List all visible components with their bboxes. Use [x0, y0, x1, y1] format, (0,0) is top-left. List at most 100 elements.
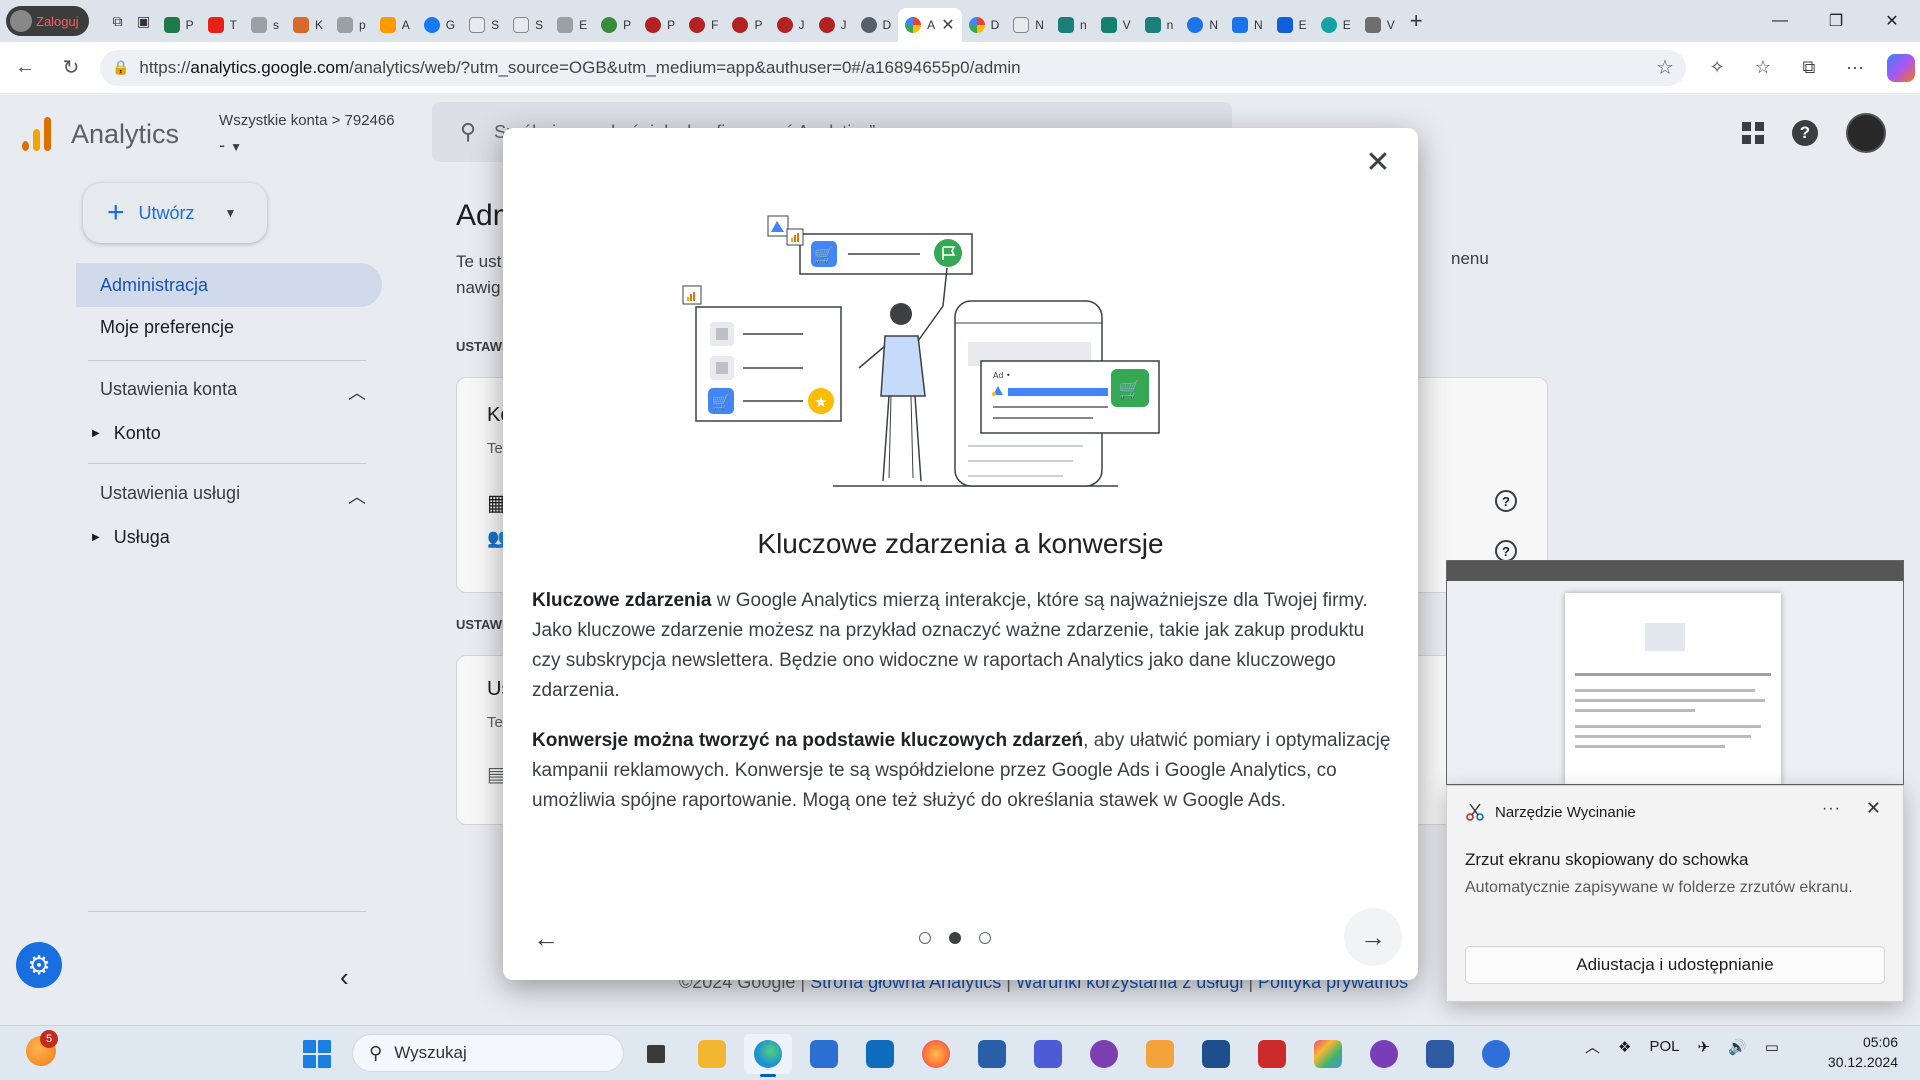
lock-icon[interactable]: 🔒 [112, 59, 129, 76]
minimize-icon[interactable]: — [1752, 0, 1808, 42]
more-options-icon[interactable]: ··· [1822, 800, 1841, 818]
tor-icon [1370, 1040, 1398, 1068]
taskbar-app-outlook[interactable] [856, 1034, 904, 1074]
task-view-icon [647, 1045, 665, 1063]
photos-icon [978, 1040, 1006, 1068]
taskbar-app-edge[interactable] [744, 1034, 792, 1077]
taskbar-app-diamond[interactable] [1304, 1034, 1352, 1074]
browser-tab[interactable]: V [1358, 8, 1402, 42]
favorite-star-icon[interactable]: ☆ [1656, 55, 1674, 80]
chevron-up-icon[interactable]: ︿ [1585, 1036, 1600, 1057]
browser-tab[interactable]: J [812, 8, 854, 42]
workspaces-icon[interactable]: ⧉ [105, 6, 131, 36]
browser-tab[interactable]: K [286, 8, 330, 42]
taskbar-app-save[interactable] [1024, 1034, 1072, 1074]
refresh-icon[interactable]: ↻ [50, 47, 92, 89]
terminal-icon [1258, 1040, 1286, 1068]
edit-share-button[interactable]: Adiustacja i udostępnianie [1465, 946, 1885, 984]
browser-tab[interactable]: P [638, 8, 682, 42]
taskbar-app-player[interactable] [1136, 1034, 1184, 1074]
volume-icon[interactable]: 🔊 [1728, 1038, 1747, 1056]
browser-tab[interactable]: G [417, 8, 462, 42]
browser-tab[interactable]: P [157, 8, 201, 42]
floppy-icon [1034, 1040, 1062, 1068]
close-icon[interactable]: ✕ [1358, 142, 1398, 182]
next-arrow-icon[interactable]: → [1344, 908, 1402, 966]
page-dot[interactable] [979, 932, 991, 944]
svg-text:🛒: 🛒 [1119, 378, 1141, 400]
browser-tab[interactable]: D [854, 8, 899, 42]
taskbar-app-virtualbox[interactable] [1192, 1034, 1240, 1074]
copilot-button[interactable] [1882, 49, 1920, 87]
more-menu-icon[interactable]: ··· [1836, 49, 1874, 87]
browser-toolbar: ✧ ☆ ⧉ ··· [1698, 49, 1920, 87]
taskbar-app-terminal[interactable] [1248, 1034, 1296, 1074]
collections-icon[interactable]: ⧉ [1790, 49, 1828, 87]
google-icon [905, 17, 922, 33]
maximize-icon[interactable]: ❐ [1808, 0, 1864, 42]
diamond-icon [1314, 1040, 1342, 1068]
browser-tab[interactable]: p [330, 8, 373, 42]
favorites-icon[interactable]: ☆ [1744, 49, 1782, 87]
browser-tab[interactable]: T [201, 8, 244, 42]
url-path: /analytics/web/?utm_source=OGB&utm_mediu… [349, 57, 1021, 77]
taskbar-app-task-view[interactable] [632, 1034, 680, 1074]
dropbox-icon[interactable]: ❖ [1618, 1038, 1631, 1056]
ad-label: Ad • [993, 371, 1011, 380]
browser-tab[interactable]: A [373, 8, 417, 42]
notification-badge: 5 [40, 1030, 58, 1048]
browser-tab[interactable]: N [1006, 8, 1051, 42]
close-tab-icon[interactable]: ✕ [941, 15, 954, 35]
previous-arrow-icon[interactable]: ← [523, 915, 569, 961]
page-dot[interactable] [919, 932, 931, 944]
browser-tab[interactable]: s [244, 8, 286, 42]
battery-icon[interactable]: ▭ [1765, 1038, 1779, 1056]
taskbar-search[interactable]: ⚲ Wyszukaj [352, 1034, 624, 1072]
windows-taskbar: 5 ⚲ Wyszukaj ︿ ❖ POL ✈ 🔊 ▭ 05:06 30.12.2… [0, 1025, 1920, 1080]
close-window-icon[interactable]: ✕ [1864, 0, 1920, 42]
taskbar-app-blue[interactable] [1472, 1034, 1520, 1074]
profile-button[interactable]: Zaloguj [6, 6, 89, 36]
browser-tab[interactable]: S [462, 8, 506, 42]
page-dot-active[interactable] [949, 932, 961, 944]
browser-tab[interactable]: J [770, 8, 812, 42]
network-icon [1426, 1040, 1454, 1068]
taskbar-app-photos[interactable] [968, 1034, 1016, 1074]
clock[interactable]: 05:06 30.12.2024 [1828, 1032, 1898, 1072]
svg-text:🛒: 🛒 [814, 245, 834, 264]
url-field[interactable]: 🔒 https://analytics.google.com/analytics… [99, 49, 1686, 86]
browser-tab[interactable]: E [1314, 8, 1358, 42]
new-tab-button[interactable]: + [1410, 8, 1423, 34]
screenshot-thumbnail[interactable] [1446, 560, 1904, 785]
extensions-icon[interactable]: ✧ [1698, 49, 1736, 87]
taskbar-app-network[interactable] [1416, 1034, 1464, 1074]
browser-tab[interactable]: E [550, 8, 594, 42]
browser-tab[interactable]: S [506, 8, 550, 42]
browser-tab[interactable]: n [1051, 8, 1094, 42]
browser-tab[interactable]: N [1180, 8, 1225, 42]
vertical-tabs-icon[interactable]: ▣ [131, 6, 157, 36]
browser-tab[interactable]: n [1138, 8, 1181, 42]
browser-tab[interactable]: P [725, 8, 769, 42]
close-icon[interactable]: ✕ [1866, 798, 1881, 819]
dialog-paragraph: Konwersje można tworzyć na podstawie klu… [532, 730, 1391, 811]
taskbar-app-github[interactable] [1080, 1034, 1128, 1074]
browser-tab[interactable]: V [1094, 8, 1138, 42]
store-icon [810, 1040, 838, 1068]
taskbar-app-firefox[interactable] [912, 1034, 960, 1074]
taskbar-app-file-explorer[interactable] [688, 1034, 736, 1074]
taskbar-app-tor[interactable] [1360, 1034, 1408, 1074]
browser-tab[interactable]: N [1225, 8, 1270, 42]
windows-start-icon[interactable] [303, 1040, 331, 1068]
clock-time: 05:06 [1862, 1034, 1898, 1050]
back-icon[interactable]: ← [4, 47, 46, 89]
browser-tab[interactable]: E [1270, 8, 1314, 42]
language-indicator[interactable]: POL [1649, 1038, 1679, 1055]
notification-title: Zrzut ekranu skopiowany do schowka [1465, 850, 1749, 869]
browser-tab-active[interactable]: A ✕ [898, 8, 962, 42]
browser-tab[interactable]: D [962, 8, 1007, 42]
browser-tab[interactable]: P [594, 8, 638, 42]
airplane-icon[interactable]: ✈ [1697, 1038, 1710, 1056]
browser-tab[interactable]: F [682, 8, 725, 42]
taskbar-app-store[interactable] [800, 1034, 848, 1074]
